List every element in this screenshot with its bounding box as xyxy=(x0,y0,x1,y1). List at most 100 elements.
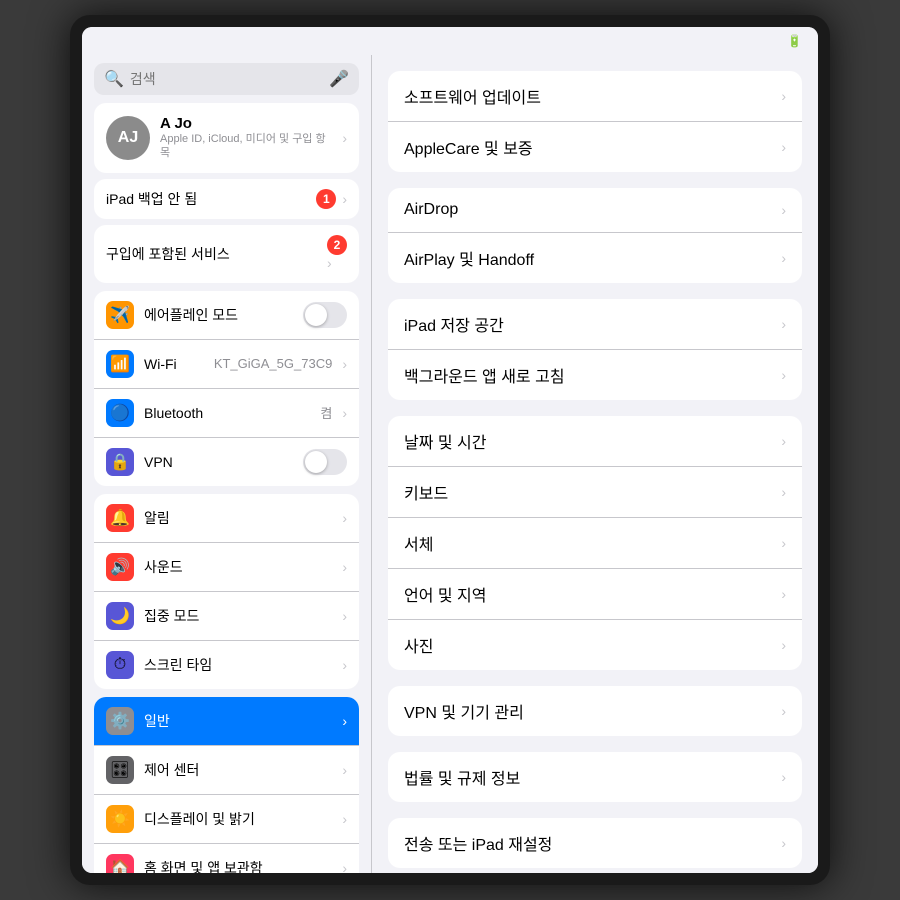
general-icon: ⚙️ xyxy=(106,707,134,735)
sound-chevron: › xyxy=(342,559,347,575)
focus-chevron: › xyxy=(342,608,347,624)
profile-section[interactable]: AJ A Jo Apple ID, iCloud, 미디어 및 구입 항목 › xyxy=(94,103,359,173)
home-screen-label: 홈 화면 및 앱 보관함 xyxy=(144,858,332,873)
alerts-chevron: › xyxy=(342,510,347,526)
fonts-item[interactable]: 서체 › xyxy=(388,518,802,569)
airplay-chevron: › xyxy=(781,250,786,266)
control-center-item[interactable]: 🎛 제어 센터 › xyxy=(94,746,359,795)
vpn-icon: 🔒 xyxy=(106,448,134,476)
bluetooth-chevron: › xyxy=(342,405,347,421)
vpn-management-item[interactable]: VPN 및 기기 관리 › xyxy=(388,686,802,736)
profile-chevron: › xyxy=(342,130,347,146)
profile-info: AJ A Jo Apple ID, iCloud, 미디어 및 구입 항목 › xyxy=(106,115,347,161)
airplane-mode-item[interactable]: ✈️ 에어플레인 모드 xyxy=(94,291,359,340)
datetime-label: 날짜 및 시간 xyxy=(404,429,487,453)
wifi-item[interactable]: 📶 Wi-Fi KT_GiGA_5G_73C9 › xyxy=(94,340,359,389)
search-bar[interactable]: 🔍 🎤 xyxy=(94,63,359,95)
airplane-icon: ✈️ xyxy=(106,301,134,329)
vpn-management-chevron: › xyxy=(781,703,786,719)
wifi-label: Wi-Fi xyxy=(144,356,204,372)
focus-item[interactable]: 🌙 집중 모드 › xyxy=(94,592,359,641)
screen-time-label: 스크린 타임 xyxy=(144,655,332,675)
alerts-item[interactable]: 🔔 알림 › xyxy=(94,494,359,543)
screen-time-icon: ⏱ xyxy=(106,651,134,679)
airplane-label: 에어플레인 모드 xyxy=(144,305,293,325)
right-panel: 소프트웨어 업데이트 › AppleCare 및 보증 › AirDrop › xyxy=(372,55,818,873)
applecare-label: AppleCare 및 보증 xyxy=(404,135,533,159)
display-label: 디스플레이 및 밝기 xyxy=(144,809,332,829)
airdrop-item[interactable]: AirDrop › xyxy=(388,188,802,233)
display-icon: ☀️ xyxy=(106,805,134,833)
right-group-2: AirDrop › AirPlay 및 Handoff › xyxy=(388,188,802,283)
vpn-management-label: VPN 및 기기 관리 xyxy=(404,699,524,723)
display-item[interactable]: ☀️ 디스플레이 및 밝기 › xyxy=(94,795,359,844)
settings-layout: 🔍 🎤 AJ A Jo Apple ID, iCloud, 미디어 및 구입 항… xyxy=(82,55,818,873)
language-item[interactable]: 언어 및 지역 › xyxy=(388,569,802,620)
airplay-item[interactable]: AirPlay 및 Handoff › xyxy=(388,233,802,283)
sound-icon: 🔊 xyxy=(106,553,134,581)
subscription-label: 구입에 포함된 서비스 xyxy=(106,244,230,264)
subscription-row[interactable]: 구입에 포함된 서비스 2 › xyxy=(94,225,359,283)
vpn-label: VPN xyxy=(144,454,293,470)
profile-name: A Jo xyxy=(160,115,332,132)
subscription-chevron: › xyxy=(327,255,332,271)
sound-item[interactable]: 🔊 사운드 › xyxy=(94,543,359,592)
wifi-chevron: › xyxy=(342,356,347,372)
profile-subtitle: Apple ID, iCloud, 미디어 및 구입 항목 xyxy=(160,132,332,161)
backup-row[interactable]: iPad 백업 안 됨 1 › xyxy=(94,179,359,219)
bluetooth-label: Bluetooth xyxy=(144,405,310,421)
screen-time-chevron: › xyxy=(342,657,347,673)
storage-item[interactable]: iPad 저장 공간 › xyxy=(388,299,802,350)
search-input[interactable] xyxy=(130,71,323,87)
backup-badge: 1 xyxy=(316,189,336,209)
transfer-reset-chevron: › xyxy=(781,835,786,851)
vpn-item[interactable]: 🔒 VPN xyxy=(94,438,359,486)
home-screen-item[interactable]: 🏠 홈 화면 및 앱 보관함 › xyxy=(94,844,359,873)
software-update-item[interactable]: 소프트웨어 업데이트 › xyxy=(388,71,802,122)
software-update-label: 소프트웨어 업데이트 xyxy=(404,84,541,108)
general-item[interactable]: ⚙️ 일반 › xyxy=(94,697,359,746)
backup-label: iPad 백업 안 됨 xyxy=(106,189,197,209)
airdrop-label: AirDrop xyxy=(404,201,458,219)
airplane-toggle[interactable] xyxy=(303,302,347,328)
photos-item[interactable]: 사진 › xyxy=(388,620,802,670)
transfer-reset-item[interactable]: 전송 또는 iPad 재설정 › xyxy=(388,818,802,868)
search-icon: 🔍 xyxy=(104,69,124,89)
alerts-label: 알림 xyxy=(144,508,332,528)
fonts-label: 서체 xyxy=(404,531,433,555)
battery-icon: 🔋 xyxy=(787,34,802,48)
control-center-chevron: › xyxy=(342,762,347,778)
focus-label: 집중 모드 xyxy=(144,606,332,626)
wifi-icon: 📶 xyxy=(106,350,134,378)
applecare-item[interactable]: AppleCare 및 보증 › xyxy=(388,122,802,172)
vpn-toggle[interactable] xyxy=(303,449,347,475)
bluetooth-item[interactable]: 🔵 Bluetooth 켬 › xyxy=(94,389,359,438)
keyboard-label: 키보드 xyxy=(404,480,448,504)
control-center-label: 제어 센터 xyxy=(144,760,332,780)
control-center-icon: 🎛 xyxy=(106,756,134,784)
avatar: AJ xyxy=(106,116,150,160)
display-chevron: › xyxy=(342,811,347,827)
general-group: ⚙️ 일반 › 🎛 제어 센터 › ☀️ 디스플레이 및 밝기 › xyxy=(94,697,359,873)
fonts-chevron: › xyxy=(781,535,786,551)
legal-item[interactable]: 법률 및 규제 정보 › xyxy=(388,752,802,802)
ipad-screen: 🔋 🔍 🎤 AJ A Jo Apple ID, iClou xyxy=(82,27,818,873)
right-group-5: VPN 및 기기 관리 › xyxy=(388,686,802,736)
bg-refresh-item[interactable]: 백그라운드 앱 새로 고침 › xyxy=(388,350,802,400)
language-chevron: › xyxy=(781,586,786,602)
profile-text: A Jo Apple ID, iCloud, 미디어 및 구입 항목 xyxy=(160,115,332,161)
datetime-item[interactable]: 날짜 및 시간 › xyxy=(388,416,802,467)
right-group-7: 전송 또는 iPad 재설정 › xyxy=(388,818,802,868)
software-update-chevron: › xyxy=(781,88,786,104)
bluetooth-value: 켬 xyxy=(320,403,332,422)
screen-time-item[interactable]: ⏱ 스크린 타임 › xyxy=(94,641,359,689)
right-group-6: 법률 및 규제 정보 › xyxy=(388,752,802,802)
airplay-label: AirPlay 및 Handoff xyxy=(404,246,534,270)
subscription-badge: 2 xyxy=(327,235,347,255)
bluetooth-icon: 🔵 xyxy=(106,399,134,427)
keyboard-item[interactable]: 키보드 › xyxy=(388,467,802,518)
right-group-3: iPad 저장 공간 › 백그라운드 앱 새로 고침 › xyxy=(388,299,802,400)
storage-chevron: › xyxy=(781,316,786,332)
status-bar: 🔋 xyxy=(82,27,818,55)
bg-refresh-chevron: › xyxy=(781,367,786,383)
